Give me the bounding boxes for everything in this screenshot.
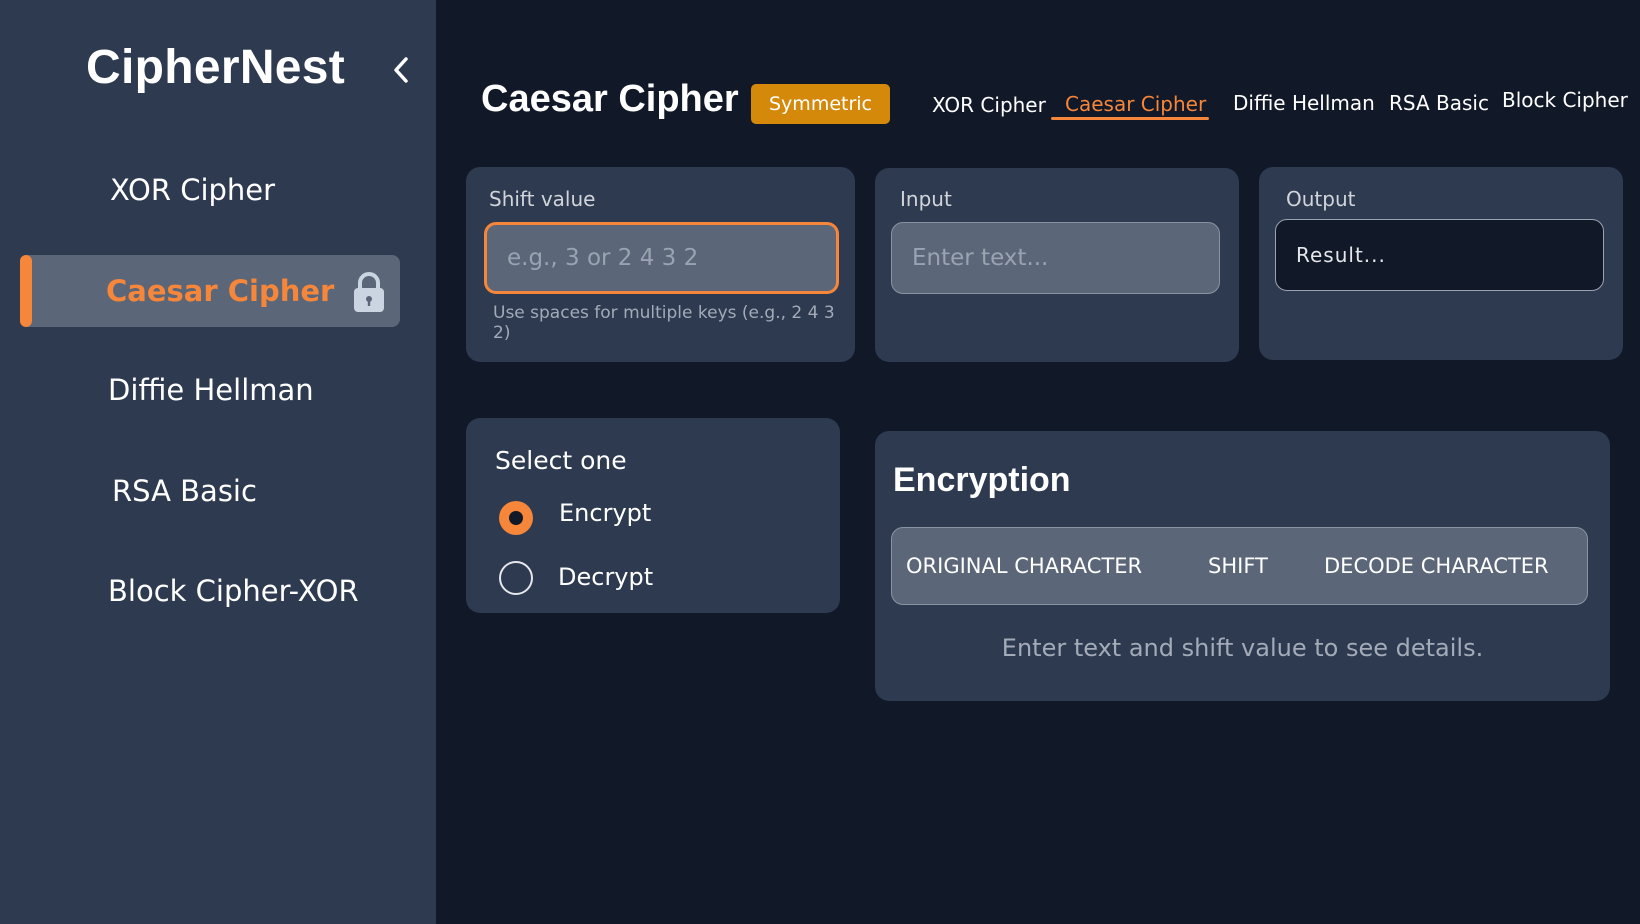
column-decode-character: DECODE CHARACTER <box>1324 554 1549 578</box>
mode-title: Select one <box>495 446 627 475</box>
tab-caesar-cipher[interactable]: Caesar Cipher <box>1065 92 1206 116</box>
sidebar-item-label: Caesar Cipher <box>106 274 335 308</box>
shift-value-label: Shift value <box>489 187 596 211</box>
empty-state-message: Enter text and shift value to see detail… <box>1001 634 1484 662</box>
text-input[interactable]: Enter text... <box>891 222 1220 294</box>
input-card: Input Enter text... <box>875 168 1239 362</box>
lock-icon <box>352 271 386 320</box>
tab-xor-cipher[interactable]: XOR Cipher <box>932 93 1046 117</box>
sidebar-item-block-cipher-xor[interactable]: Block Cipher-XOR <box>20 555 400 627</box>
tab-rsa-basic[interactable]: RSA Basic <box>1389 91 1489 115</box>
output-card: Output Result... <box>1259 167 1623 360</box>
sidebar: CipherNest XOR Cipher Caesar Cipher Diff… <box>0 0 436 924</box>
column-original-character: ORIGINAL CHARACTER <box>906 554 1143 578</box>
input-label: Input <box>900 187 952 211</box>
sidebar-item-label: Block Cipher-XOR <box>108 574 359 608</box>
mode-card: Select one Encrypt Decrypt <box>466 418 840 613</box>
output-field: Result... <box>1275 219 1604 291</box>
app-logo: CipherNest <box>86 41 346 94</box>
details-table-header: ORIGINAL CHARACTER SHIFT DECODE CHARACTE… <box>891 527 1588 605</box>
page-title: Caesar Cipher <box>481 78 739 120</box>
sidebar-item-xor-cipher[interactable]: XOR Cipher <box>20 154 400 226</box>
column-shift: SHIFT <box>1208 554 1268 578</box>
encryption-title: Encryption <box>893 461 1071 499</box>
tab-block-cipher[interactable]: Block Cipher <box>1502 88 1628 112</box>
sidebar-item-label: RSA Basic <box>112 474 257 508</box>
encrypt-label[interactable]: Encrypt <box>559 499 651 527</box>
tab-diffie-hellman[interactable]: Diffie Hellman <box>1233 91 1375 115</box>
chevron-left-icon <box>391 55 411 89</box>
output-label: Output <box>1286 187 1356 211</box>
decrypt-radio[interactable] <box>499 561 533 595</box>
encrypt-radio[interactable] <box>499 501 533 535</box>
active-tab-underline <box>1051 117 1209 120</box>
sidebar-item-diffie-hellman[interactable]: Diffie Hellman <box>20 354 400 426</box>
shift-value-hint: Use spaces for multiple keys (e.g., 2 4 … <box>493 303 835 343</box>
cipher-type-badge: Symmetric <box>751 84 890 124</box>
collapse-sidebar-button[interactable] <box>386 54 416 90</box>
sidebar-item-label: XOR Cipher <box>110 173 276 207</box>
sidebar-item-label: Diffie Hellman <box>108 373 314 407</box>
sidebar-item-caesar-cipher[interactable]: Caesar Cipher <box>20 255 400 327</box>
sidebar-item-rsa-basic[interactable]: RSA Basic <box>20 455 400 527</box>
shift-value-input[interactable]: e.g., 3 or 2 4 3 2 <box>484 222 839 294</box>
encryption-details-card: Encryption ORIGINAL CHARACTER SHIFT DECO… <box>875 431 1610 701</box>
shift-value-card: Shift value e.g., 3 or 2 4 3 2 Use space… <box>466 167 855 362</box>
decrypt-label[interactable]: Decrypt <box>558 563 653 591</box>
active-indicator <box>20 255 32 327</box>
